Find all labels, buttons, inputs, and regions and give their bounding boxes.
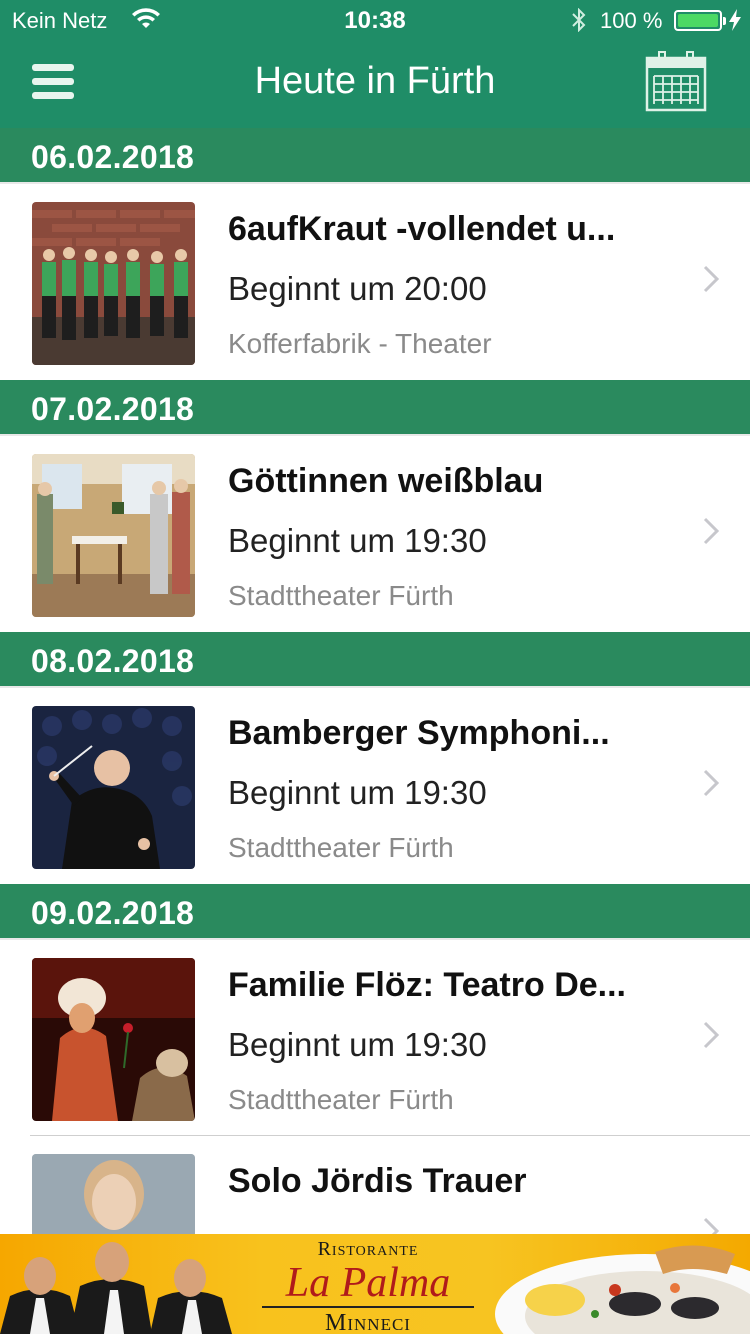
page-title: Heute in Fürth xyxy=(254,60,496,102)
event-title: 6aufKraut -vollendet u... xyxy=(228,210,616,248)
event-list[interactable]: 06.02.2018 6aufKraut -vollendet u... Beg… xyxy=(0,128,750,1234)
stage-kitchen-scene-photo xyxy=(32,454,195,617)
masked-baroque-figures-photo xyxy=(32,958,195,1121)
event-start-time: Beginnt um 19:30 xyxy=(228,1026,487,1063)
chevron-right-icon xyxy=(703,265,720,293)
section-header-date: 06.02.2018 xyxy=(0,128,750,184)
battery-icon xyxy=(674,10,726,31)
event-start-time: Beginnt um 20:00 xyxy=(228,270,487,307)
three-waiters-photo xyxy=(0,1242,232,1334)
portrait-woman-photo xyxy=(32,1154,195,1234)
chevron-right-icon xyxy=(703,1021,720,1049)
section-header-date: 07.02.2018 xyxy=(0,380,750,436)
event-title: Göttinnen weißblau xyxy=(228,462,544,500)
section-header-date: 09.02.2018 xyxy=(0,884,750,940)
event-venue: Stadttheater Fürth xyxy=(228,580,454,611)
chevron-right-icon xyxy=(703,769,720,797)
event-start-time: Beginnt um 19:30 xyxy=(228,522,487,559)
event-row[interactable]: Bamberger Symphoni... Beginnt um 19:30 S… xyxy=(0,688,750,884)
status-bar: Kein Netz 10:38 100 % xyxy=(0,0,750,40)
battery-percent: 100 % xyxy=(600,8,663,33)
event-row[interactable]: 6aufKraut -vollendet u... Beginnt um 20:… xyxy=(0,184,750,380)
event-venue: Stadttheater Fürth xyxy=(228,1084,454,1115)
chevron-right-icon xyxy=(703,1217,720,1234)
ad-restaurant-name: La Palma xyxy=(285,1260,451,1306)
chevron-right-icon xyxy=(703,517,720,545)
event-row[interactable]: Familie Flöz: Teatro De... Beginnt um 19… xyxy=(0,940,750,1136)
event-title: Familie Flöz: Teatro De... xyxy=(228,966,626,1004)
ad-banner[interactable]: Ristorante La Palma Minneci xyxy=(0,1234,750,1334)
charging-bolt-icon xyxy=(729,9,741,31)
ad-restaurant-owner: Minneci xyxy=(325,1310,411,1334)
performers-in-green-shirts-photo xyxy=(32,202,195,365)
event-start-time: Beginnt um 19:30 xyxy=(228,774,487,811)
section-header-date: 08.02.2018 xyxy=(0,632,750,688)
event-title: Bamberger Symphoni... xyxy=(228,714,610,752)
bluetooth-icon xyxy=(572,8,586,32)
event-row[interactable]: Solo Jördis Trauer xyxy=(0,1136,750,1234)
ad-restaurant-label: Ristorante xyxy=(317,1238,419,1260)
event-venue: Stadttheater Fürth xyxy=(228,832,454,863)
event-venue: Kofferfabrik - Theater xyxy=(228,328,492,359)
ad-divider xyxy=(262,1306,474,1308)
conductor-photo xyxy=(32,706,195,869)
calendar-icon[interactable] xyxy=(644,50,708,114)
event-row[interactable]: Göttinnen weißblau Beginnt um 19:30 Stad… xyxy=(0,436,750,632)
seafood-plate-photo xyxy=(495,1245,750,1334)
navigation-bar: Heute in Fürth xyxy=(0,40,750,128)
event-title: Solo Jördis Trauer xyxy=(228,1162,527,1200)
